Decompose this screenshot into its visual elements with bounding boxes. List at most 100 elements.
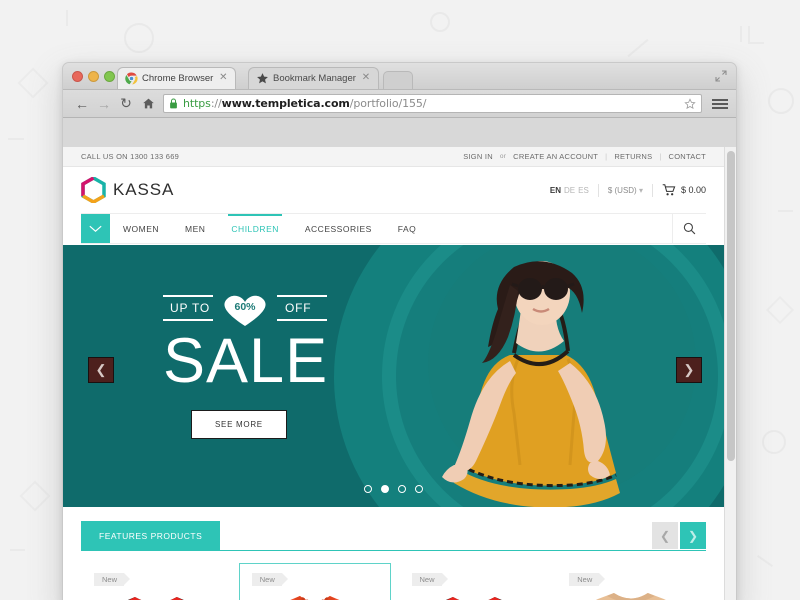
currency-label: $ (USD) <box>607 185 637 195</box>
promo-percent: 60% <box>234 300 256 313</box>
new-badge: New <box>569 573 606 586</box>
hero-promo-row: 60% UP TO OFF <box>163 293 328 326</box>
heart-badge: 60% <box>219 293 271 326</box>
window-minimize-button[interactable] <box>88 71 99 82</box>
product-grid: New New New New <box>81 563 706 600</box>
hero-headline: SALE <box>163 326 329 396</box>
forward-arrow-icon[interactable]: → <box>93 93 115 115</box>
promo-upto-label: UP TO <box>170 301 211 315</box>
product-card[interactable]: New <box>398 563 549 600</box>
contact-link[interactable]: CONTACT <box>669 152 706 161</box>
nav-item-faq[interactable]: FAQ <box>385 214 430 243</box>
see-more-button[interactable]: SEE MORE <box>191 409 287 439</box>
features-section: FEATURES PRODUCTS ❮ ❯ New New New New <box>63 521 724 600</box>
url-separator: :// <box>210 97 222 110</box>
hero-dot-3[interactable] <box>398 485 406 493</box>
features-header: FEATURES PRODUCTS ❮ ❯ <box>81 521 706 551</box>
deco-diamond-icon <box>17 67 49 99</box>
product-card[interactable]: New <box>556 563 706 600</box>
maximize-icon[interactable] <box>715 70 727 82</box>
deco-circle-icon <box>768 88 794 114</box>
product-card[interactable]: New <box>81 563 231 600</box>
nav-item-children[interactable]: CHILDREN <box>218 214 291 243</box>
deco-line-icon <box>66 10 68 26</box>
page-scrollbar[interactable] <box>724 147 736 600</box>
language-switcher[interactable]: EN DE ES <box>550 186 589 195</box>
hero-dot-4[interactable] <box>415 485 423 493</box>
divider <box>651 183 653 197</box>
chevron-down-icon <box>89 225 102 232</box>
kassa-hexagon-logo-icon <box>81 177 106 203</box>
scrollbar-thumb[interactable] <box>727 151 735 461</box>
url-scheme: https <box>183 97 211 110</box>
new-tab-button[interactable] <box>383 71 413 89</box>
deco-diamond-icon <box>765 295 795 325</box>
main-navigation: WOMEN MEN CHILDREN ACCESSORIES FAQ <box>81 213 706 244</box>
home-icon[interactable] <box>137 93 159 115</box>
hamburger-menu-icon[interactable] <box>712 97 728 111</box>
features-prev-button[interactable]: ❮ <box>652 522 678 549</box>
features-next-button[interactable]: ❯ <box>680 522 706 549</box>
currency-selector[interactable]: $ (USD) ▾ <box>608 186 643 195</box>
star-icon <box>257 73 268 84</box>
window-close-button[interactable] <box>72 71 83 82</box>
hero-slider-dots <box>63 485 724 493</box>
url-path: /portfolio/155/ <box>349 97 427 110</box>
chevron-left-icon: ❮ <box>95 362 107 377</box>
browser-titlebar: Chrome Browser ✕ Bookmark Manager ✕ <box>63 63 736 90</box>
deco-circle-icon <box>762 430 786 454</box>
tab-close-icon[interactable]: ✕ <box>361 73 371 83</box>
product-image <box>596 592 667 600</box>
create-account-link[interactable]: CREATE AN ACCOUNT <box>513 152 598 161</box>
window-zoom-button[interactable] <box>104 71 115 82</box>
browser-tab-chrome-browser[interactable]: Chrome Browser ✕ <box>117 67 237 89</box>
new-badge: New <box>251 573 288 586</box>
back-arrow-icon[interactable]: ← <box>71 93 93 115</box>
browser-tab-bookmark-manager[interactable]: Bookmark Manager ✕ <box>248 67 379 89</box>
url-host: www.templetica.com <box>221 97 350 110</box>
promo-off-label: OFF <box>285 301 312 315</box>
hero-banner: 60% UP TO OFF SALE SEE MORE ❮ ❯ <box>63 245 724 507</box>
product-image <box>127 596 184 600</box>
cart-total: $ 0.00 <box>680 185 706 195</box>
browser-window: Chrome Browser ✕ Bookmark Manager ✕ ← → … <box>62 62 737 600</box>
hero-next-button[interactable]: ❯ <box>676 357 702 383</box>
chrome-logo-icon <box>125 72 138 85</box>
address-bar[interactable]: https://www.templetica.com/portfolio/155… <box>163 94 702 113</box>
language-es[interactable]: ES <box>578 186 589 195</box>
hero-prev-button[interactable]: ❮ <box>88 357 114 383</box>
language-de[interactable]: DE <box>564 186 575 195</box>
shopping-cart-icon <box>662 184 676 196</box>
star-icon[interactable] <box>684 98 696 110</box>
nav-category-toggle[interactable] <box>81 214 110 243</box>
logo-wordmark: KASSA <box>113 180 175 199</box>
chevron-right-icon: ❯ <box>683 362 695 377</box>
website-content: CALL US ON 1300 133 669 SIGN IN or CREAT… <box>63 147 724 600</box>
site-header: KASSA EN DE ES $ (USD) ▾ $ 0.00 <box>63 167 724 213</box>
deco-line-icon <box>10 549 25 551</box>
search-button[interactable] <box>672 214 706 243</box>
cart-button[interactable]: $ 0.00 <box>662 184 706 196</box>
language-en[interactable]: EN <box>550 186 561 195</box>
product-image <box>445 596 502 600</box>
nav-item-women[interactable]: WOMEN <box>110 214 172 243</box>
nav-item-men[interactable]: MEN <box>172 214 218 243</box>
reload-icon[interactable]: ↻ <box>115 93 137 115</box>
deco-line-icon <box>8 138 24 140</box>
deco-line-icon <box>757 555 773 567</box>
deco-diamond-icon <box>19 480 51 512</box>
site-logo[interactable]: KASSA <box>81 177 174 203</box>
new-badge: New <box>411 573 448 586</box>
hero-dot-1[interactable] <box>364 485 372 493</box>
divider: | <box>605 152 608 161</box>
tab-close-icon[interactable]: ✕ <box>218 73 228 83</box>
new-badge: New <box>94 573 131 586</box>
hero-dot-2[interactable] <box>381 485 389 493</box>
product-card-selected[interactable]: New <box>238 563 391 600</box>
tab-title: Bookmark Manager <box>273 73 356 84</box>
sign-in-link[interactable]: SIGN IN <box>463 152 493 161</box>
returns-link[interactable]: RETURNS <box>614 152 652 161</box>
hero-copy: 60% UP TO OFF SALE SEE MORE <box>163 293 328 439</box>
page-viewport: CALL US ON 1300 133 669 SIGN IN or CREAT… <box>63 147 736 600</box>
nav-item-accessories[interactable]: ACCESSORIES <box>292 214 385 243</box>
